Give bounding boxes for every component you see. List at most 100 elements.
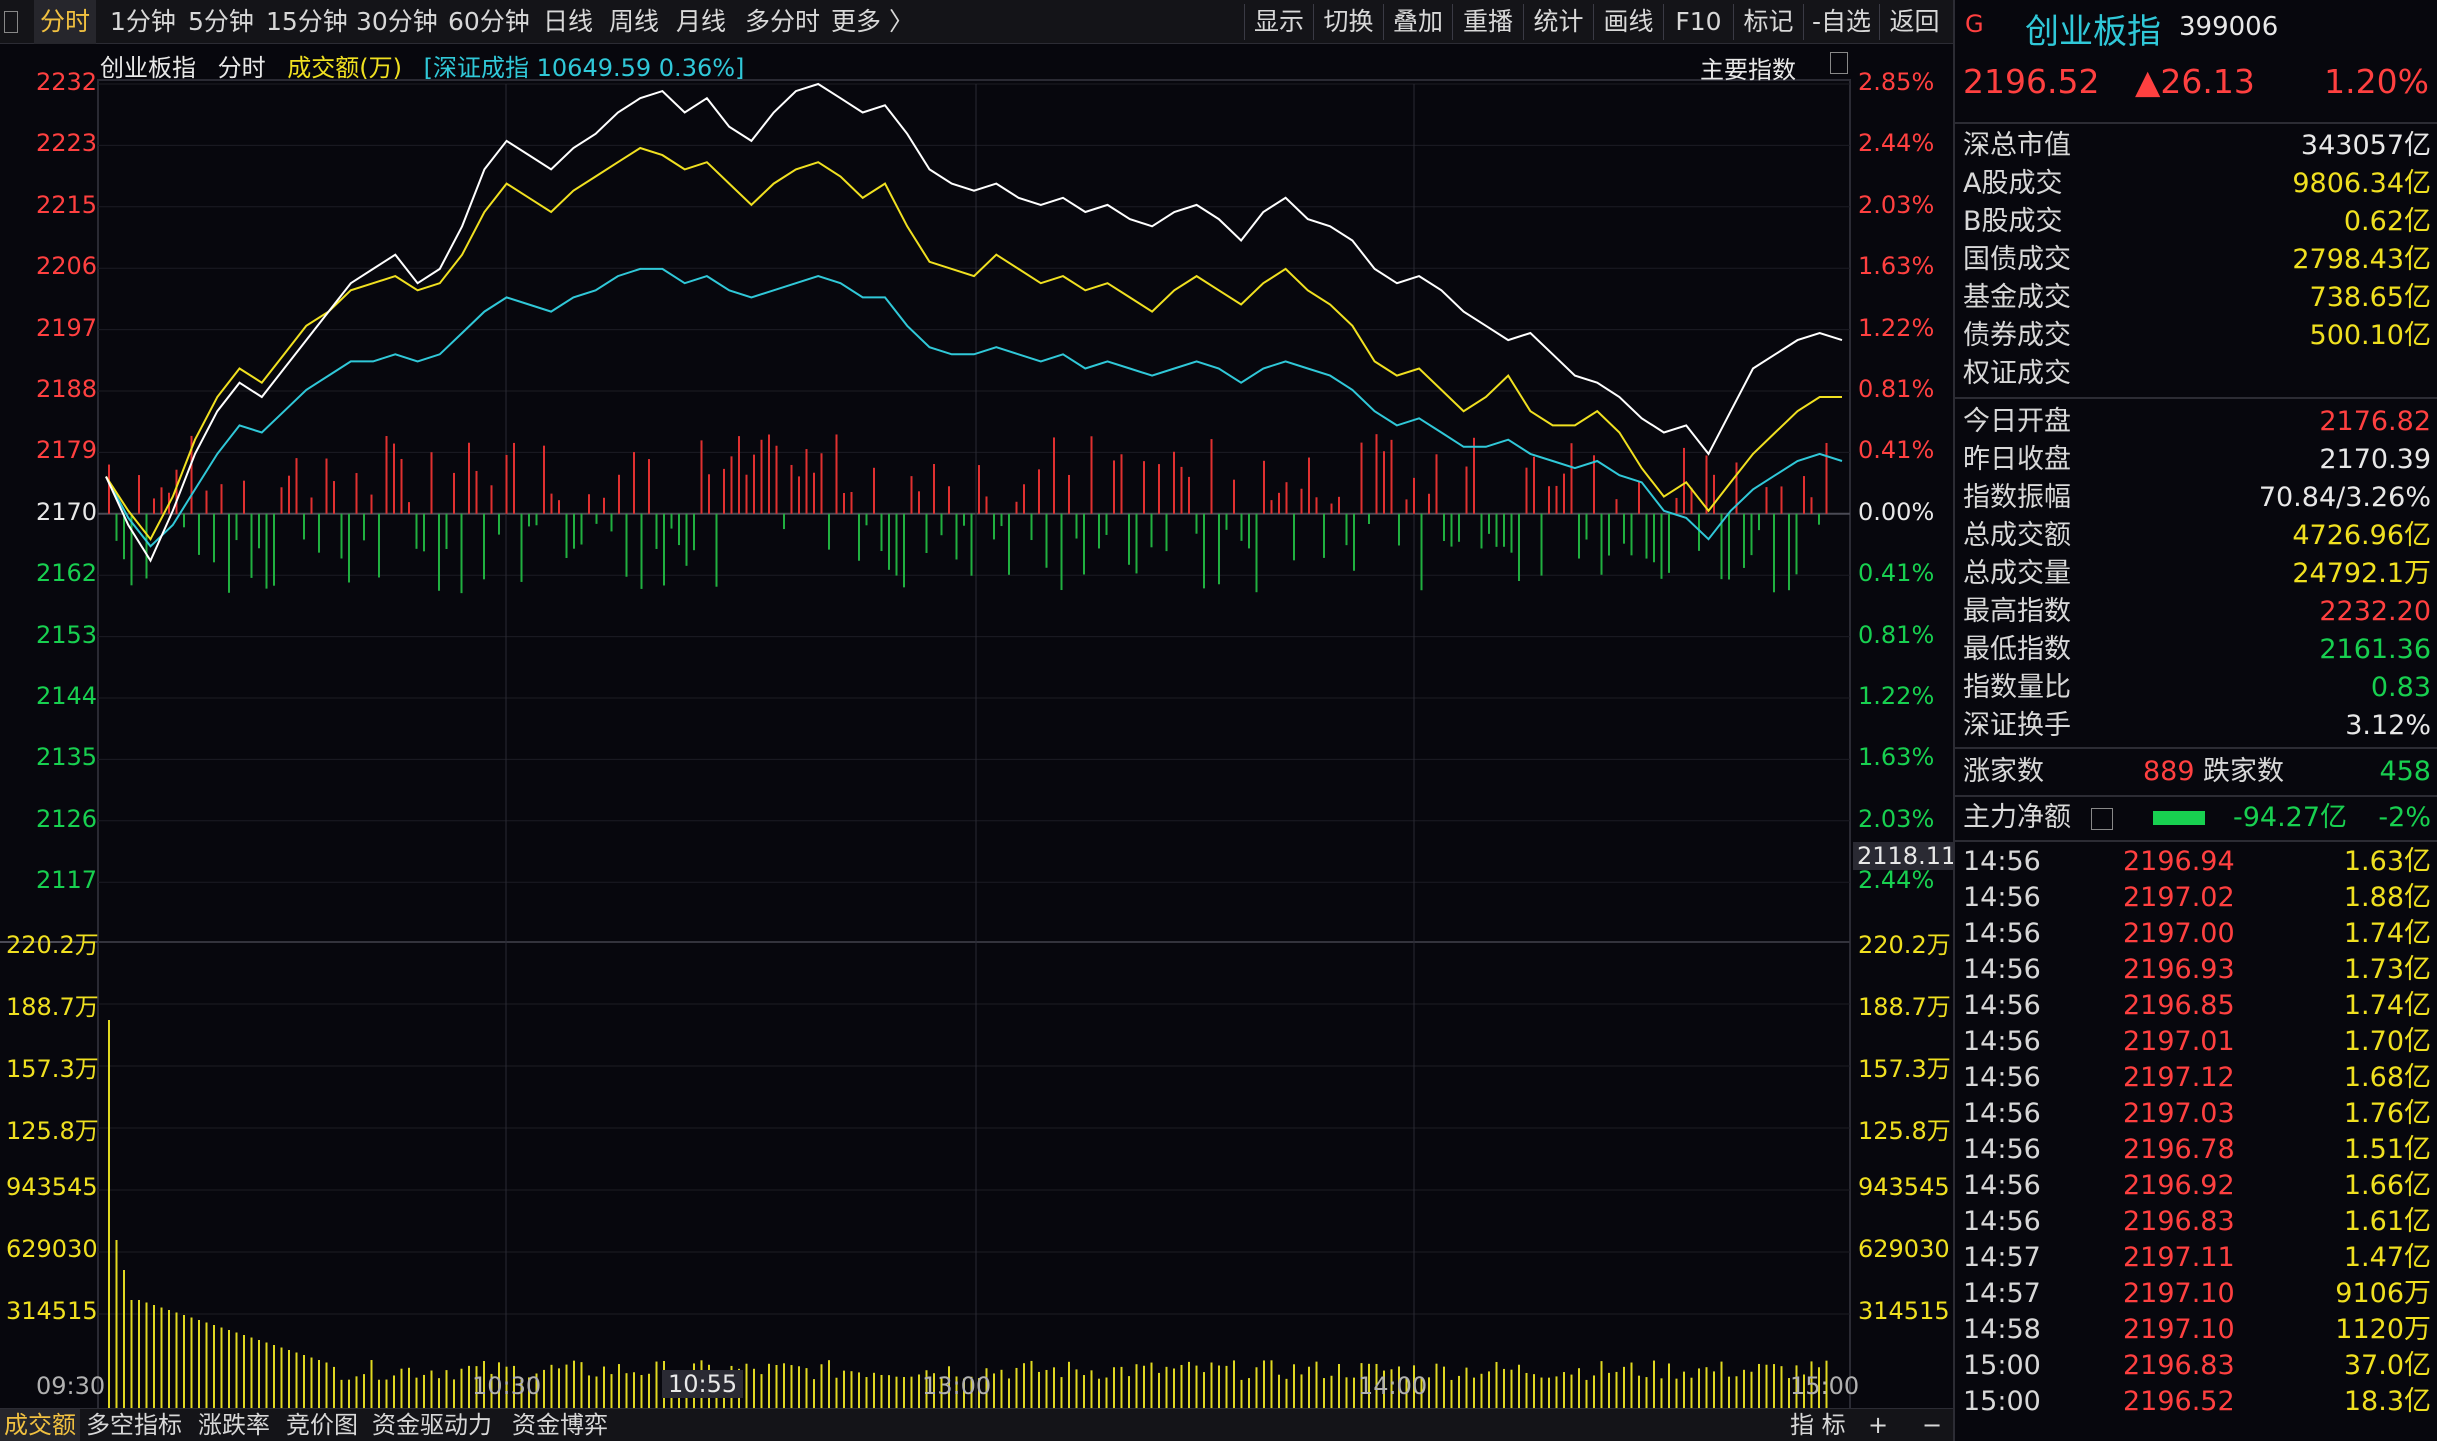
panel-toggle-icon[interactable] (4, 11, 18, 33)
tool-5[interactable]: 画线 (1593, 4, 1663, 40)
period-tab-5[interactable]: 60分钟 (448, 0, 530, 44)
down-diff-bar (1668, 513, 1670, 573)
index-stat-row: 总成交额 4726.96亿 (1963, 518, 2431, 554)
period-tab-8[interactable]: 月线 (676, 0, 726, 44)
period-tab-1[interactable]: 1分钟 (110, 0, 176, 44)
down-diff-bar (1503, 513, 1505, 547)
down-diff-bar (1128, 513, 1130, 565)
down-diff-bar (1203, 513, 1205, 589)
time-tick: 15:00 (1790, 1372, 1860, 1400)
chart-frame (97, 79, 1851, 1411)
indicator-toggle-icon[interactable] (1830, 52, 1848, 74)
tick-amount: 1.74亿 (2343, 918, 2431, 949)
volume-bar (1638, 1375, 1640, 1410)
volume-bar (348, 1379, 350, 1410)
volume-bar (168, 1310, 170, 1410)
cursor-time-label: 10:55 (662, 1370, 744, 1398)
tick-amount: 37.0亿 (2343, 1350, 2431, 1381)
volume-bar (1240, 1379, 1243, 1410)
tick-price: 2196.94 (2123, 846, 2235, 877)
volume-bar (198, 1320, 200, 1410)
overlay-line (105, 267, 1843, 548)
down-diff-bar (1495, 513, 1498, 547)
bottom-right-button-1[interactable]: + (1868, 1409, 1888, 1441)
tick-time: 14:56 (1963, 1026, 2041, 1057)
down-diff-bar (865, 513, 868, 526)
up-diff-bar (798, 476, 800, 514)
up-diff-bar (288, 475, 290, 514)
net-flow-pct: -2% (2378, 802, 2431, 833)
bottom-tab-5[interactable]: 资金博弈 (508, 1409, 612, 1441)
down-diff-bar (1750, 513, 1753, 556)
period-tab-7[interactable]: 周线 (609, 0, 659, 44)
bottom-tab-4[interactable]: 资金驱动力 (368, 1409, 496, 1441)
bottom-tab-2[interactable]: 涨跌率 (194, 1409, 274, 1441)
up-diff-bar (1173, 451, 1175, 514)
bottom-tab-0[interactable]: 成交额 (0, 1409, 80, 1441)
period-tab-9[interactable]: 多分时 (745, 0, 820, 44)
volume-bar (400, 1368, 403, 1410)
volume-bar (1053, 1367, 1055, 1410)
volume-bar (1030, 1360, 1033, 1410)
period-tab-0[interactable]: 分时 (34, 0, 97, 44)
volume-bar (385, 1379, 388, 1410)
tool-7[interactable]: 标记 (1733, 4, 1803, 40)
volume-bar (1000, 1369, 1003, 1410)
period-tab-4[interactable]: 30分钟 (356, 0, 438, 44)
volume-bar (205, 1322, 208, 1410)
down-diff-bar (1398, 513, 1400, 546)
down-diff-bar (460, 513, 463, 594)
down-diff-bar (595, 513, 598, 524)
period-tab-10[interactable]: 更多 〉 (831, 0, 914, 44)
tick-price: 2197.10 (2123, 1314, 2235, 1345)
tick-time: 14:57 (1963, 1242, 2041, 1273)
volume-tick-right: 188.7万 (1858, 993, 1951, 1021)
bottom-tab-3[interactable]: 竞价图 (282, 1409, 362, 1441)
index-stat-value: 24792.1万 (2292, 558, 2431, 589)
tool-1[interactable]: 切换 (1313, 4, 1383, 40)
down-diff-bar (1728, 513, 1730, 580)
down-diff-bar (1518, 513, 1520, 581)
tool-3[interactable]: 重播 (1452, 4, 1523, 40)
tool-2[interactable]: 叠加 (1383, 4, 1452, 40)
price-tick-left: 2117 (36, 866, 98, 895)
volume-bar (1698, 1368, 1700, 1410)
volume-bar (820, 1364, 823, 1410)
volume-bar (1548, 1377, 1550, 1410)
market-stat-label: B股成交 (1963, 206, 2063, 237)
volume-tick-right: 157.3万 (1858, 1055, 1951, 1083)
volume-bar (130, 1300, 133, 1410)
volume-bar (1735, 1376, 1738, 1410)
down-diff-bar (1345, 513, 1348, 546)
tick-time: 14:56 (1963, 1098, 2041, 1129)
main-indicator-label[interactable]: 主要指数 (1700, 50, 1796, 85)
tool-0[interactable]: 显示 (1244, 4, 1313, 40)
volume-bar (1450, 1379, 1453, 1410)
volume-bar (370, 1360, 373, 1410)
period-tab-3[interactable]: 15分钟 (266, 0, 348, 44)
tool-6[interactable]: F10 (1663, 4, 1733, 40)
period-tab-2[interactable]: 5分钟 (188, 0, 254, 44)
bottom-tab-1[interactable]: 多空指标 (82, 1409, 186, 1441)
chart-mode[interactable]: 分时 (218, 54, 266, 82)
volume-bar (805, 1368, 808, 1410)
down-diff-bar (1008, 513, 1010, 575)
tool-8[interactable]: -自选 (1803, 4, 1879, 40)
bottom-right-button-0[interactable]: 指 标 (1790, 1409, 1846, 1441)
down-diff-bar (1788, 513, 1790, 591)
tick-time: 14:57 (1963, 1278, 2041, 1309)
up-diff-bar (775, 445, 778, 514)
chart-header: 创业板指 分时 成交额(万) [深证成指 10649.59 0.36%] (100, 48, 758, 83)
volume-bar (1593, 1375, 1595, 1410)
bottom-right-button-2[interactable]: − (1922, 1409, 1942, 1441)
tool-4[interactable]: 统计 (1523, 4, 1593, 40)
volume-tick-left: 157.3万 (6, 1055, 99, 1083)
up-diff-bar (708, 474, 710, 514)
up-diff-bar (850, 491, 853, 514)
list-icon[interactable] (2091, 808, 2113, 830)
period-tab-6[interactable]: 日线 (543, 0, 593, 44)
chart-grid (0, 79, 1851, 1411)
overlay-label[interactable]: [深证成指 10649.59 0.36%] (424, 54, 745, 82)
tool-9[interactable]: 返回 (1879, 4, 1949, 40)
price-tick-left: 2179 (36, 436, 98, 465)
